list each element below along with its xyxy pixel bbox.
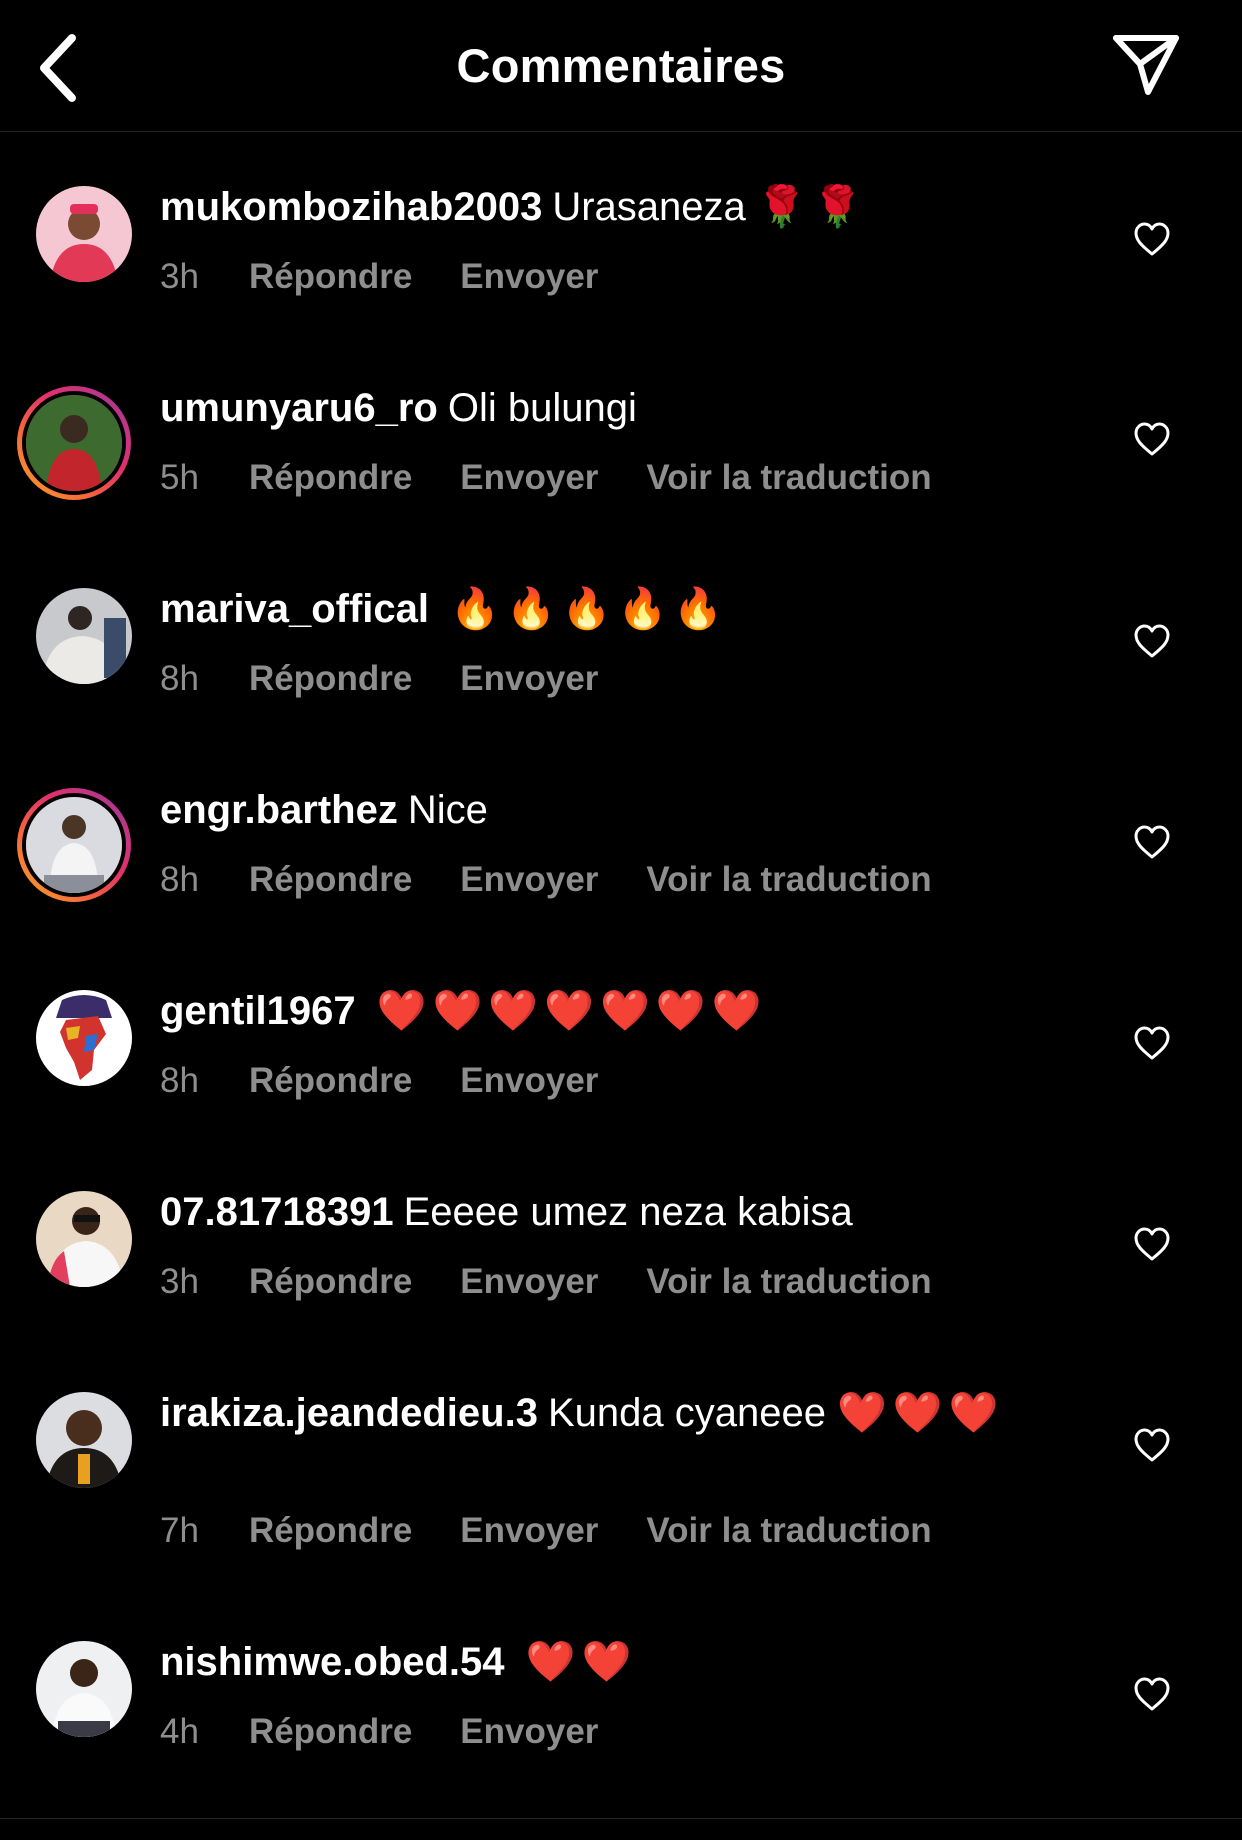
comment-emoji: 🔥🔥🔥🔥🔥 (450, 587, 730, 631)
comment-time: 7h (160, 1511, 199, 1550)
comment-username[interactable]: mukombozihab2003 (160, 185, 542, 229)
heart-outline-icon (1134, 1227, 1170, 1261)
reply-button[interactable]: Répondre (249, 458, 412, 498)
send-button[interactable]: Envoyer (460, 1061, 598, 1101)
heart-outline-icon (1134, 624, 1170, 658)
comment-text: Oli bulungi (447, 386, 637, 430)
comment-body: mariva_offical 🔥🔥🔥🔥🔥 (160, 584, 1060, 634)
comment-actions: 3h Répondre Envoyer Voir la traduction (160, 1262, 980, 1302)
translate-button[interactable]: Voir la traduction (646, 1511, 931, 1551)
reply-button[interactable]: Répondre (249, 1712, 412, 1752)
comment-body: mukombozihab2003 Urasaneza 🌹🌹 (160, 182, 1060, 232)
comment-text: Nice (407, 788, 488, 832)
comment-time: 8h (160, 860, 199, 899)
comment-username[interactable]: nishimwe.obed.54 (160, 1640, 505, 1684)
translate-button[interactable]: Voir la traduction (646, 1262, 931, 1302)
comment-emoji: ❤️❤️ (525, 1640, 638, 1684)
comment-emoji: ❤️❤️❤️❤️❤️❤️❤️ (376, 989, 768, 1033)
reply-button[interactable]: Répondre (249, 659, 412, 699)
comment-emoji: ❤️❤️❤️ (837, 1391, 1005, 1435)
avatar[interactable] (36, 1392, 132, 1488)
comment-username[interactable]: engr.barthez (160, 788, 398, 832)
comment-username[interactable]: mariva_offical (160, 587, 429, 631)
share-button[interactable] (1110, 32, 1182, 98)
comment-body: umunyaru6_ro Oli bulungi (160, 383, 1060, 433)
like-button[interactable] (1133, 221, 1171, 257)
comment-actions: 5h Répondre Envoyer Voir la traduction (160, 458, 980, 498)
comment-body: irakiza.jeandedieu.3 Kunda cyaneee ❤️❤️❤️ (160, 1388, 1060, 1438)
header-bar: Commentaires (0, 0, 1242, 132)
comment-time: 3h (160, 257, 199, 296)
comment-time: 8h (160, 1061, 199, 1100)
reply-button[interactable]: Répondre (249, 860, 412, 900)
avatar[interactable] (36, 588, 132, 684)
heart-outline-icon (1134, 422, 1170, 456)
comment-text: Eeeee umez neza kabisa (403, 1190, 853, 1234)
comment-actions: 8h Répondre Envoyer Voir la traduction (160, 860, 980, 900)
heart-outline-icon (1134, 1677, 1170, 1711)
send-button[interactable]: Envoyer (460, 458, 598, 498)
heart-outline-icon (1134, 222, 1170, 256)
comment-username[interactable]: 07.81718391 (160, 1190, 394, 1234)
avatar[interactable] (36, 1191, 132, 1287)
heart-outline-icon (1134, 825, 1170, 859)
like-button[interactable] (1133, 1427, 1171, 1463)
like-button[interactable] (1133, 824, 1171, 860)
comment-body: engr.barthez Nice (160, 785, 1060, 835)
translate-button[interactable]: Voir la traduction (646, 860, 931, 900)
comment-text: Urasaneza (552, 185, 746, 229)
heart-outline-icon (1134, 1026, 1170, 1060)
comment-time: 8h (160, 659, 199, 698)
comment-text: Kunda cyaneee (547, 1391, 826, 1435)
send-button[interactable]: Envoyer (460, 860, 598, 900)
comment-actions: 8h Répondre Envoyer (160, 659, 646, 699)
comment-time: 4h (160, 1712, 199, 1751)
like-button[interactable] (1133, 623, 1171, 659)
page-title: Commentaires (456, 39, 786, 92)
comment-actions: 8h Répondre Envoyer (160, 1061, 646, 1101)
avatar[interactable] (36, 1641, 132, 1737)
like-button[interactable] (1133, 1676, 1171, 1712)
avatar[interactable] (17, 386, 131, 500)
paper-plane-icon (1113, 35, 1179, 95)
send-button[interactable]: Envoyer (460, 257, 598, 297)
send-button[interactable]: Envoyer (460, 1262, 598, 1302)
like-button[interactable] (1133, 1226, 1171, 1262)
reply-button[interactable]: Répondre (249, 257, 412, 297)
comment-username[interactable]: umunyaru6_ro (160, 386, 438, 430)
comment-time: 3h (160, 1262, 199, 1301)
send-button[interactable]: Envoyer (460, 1511, 598, 1551)
avatar[interactable] (36, 990, 132, 1086)
comment-actions: 7h Répondre Envoyer Voir la traduction (160, 1511, 980, 1551)
comment-body: gentil1967 ❤️❤️❤️❤️❤️❤️❤️ (160, 986, 1060, 1036)
comment-actions: 4h Répondre Envoyer (160, 1712, 646, 1752)
reply-button[interactable]: Répondre (249, 1262, 412, 1302)
translate-button[interactable]: Voir la traduction (646, 458, 931, 498)
send-button[interactable]: Envoyer (460, 659, 598, 699)
divider (0, 1818, 1242, 1819)
avatar[interactable] (17, 788, 131, 902)
comment-time: 5h (160, 458, 199, 497)
comment-body: nishimwe.obed.54 ❤️❤️ (160, 1637, 1060, 1687)
reply-button[interactable]: Répondre (249, 1511, 412, 1551)
comment-username[interactable]: gentil1967 (160, 989, 356, 1033)
comment-username[interactable]: irakiza.jeandedieu.3 (160, 1391, 538, 1435)
like-button[interactable] (1133, 421, 1171, 457)
heart-outline-icon (1134, 1428, 1170, 1462)
send-button[interactable]: Envoyer (460, 1712, 598, 1752)
like-button[interactable] (1133, 1025, 1171, 1061)
comment-body: 07.81718391 Eeeee umez neza kabisa (160, 1187, 1060, 1237)
avatar[interactable] (36, 186, 132, 282)
reply-button[interactable]: Répondre (249, 1061, 412, 1101)
comment-emoji: 🌹🌹 (756, 185, 869, 229)
comment-actions: 3h Répondre Envoyer (160, 257, 646, 297)
